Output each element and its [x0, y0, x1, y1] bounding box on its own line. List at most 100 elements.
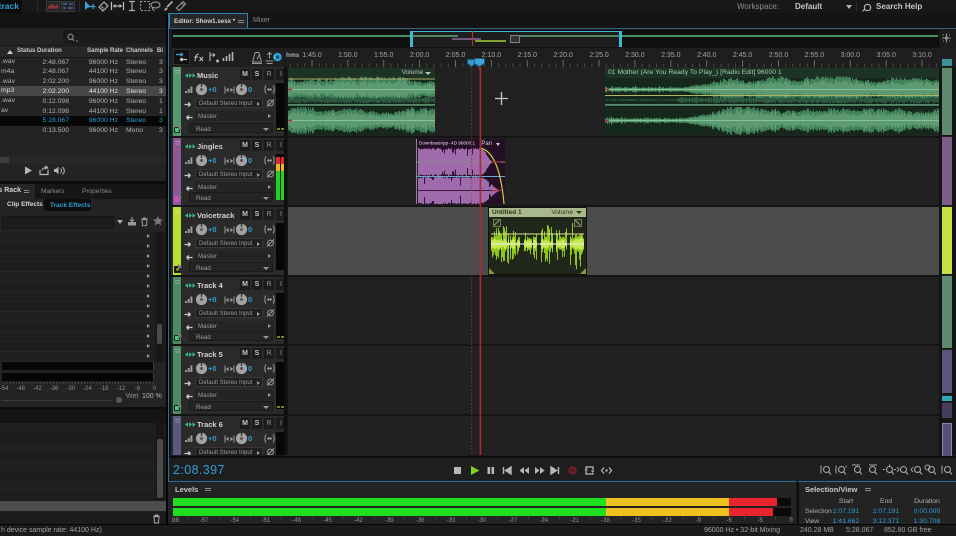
monitor-input-icon[interactable] — [272, 51, 283, 64]
track-lane[interactable] — [288, 416, 939, 455]
wet-mix-slider[interactable] — [2, 400, 112, 401]
knob-icon[interactable] — [195, 293, 208, 306]
track-input-field[interactable]: Default Stereo Input — [195, 98, 263, 108]
track-name[interactable]: Voicetrack — [197, 211, 234, 220]
file-row[interactable]: .wav2:48.06796000 HzStereo3 — [0, 57, 166, 67]
move-tool-icon[interactable] — [83, 0, 97, 12]
overview-view-handle-left[interactable] — [410, 32, 413, 47]
effect-slot[interactable] — [0, 302, 154, 312]
track-arm-button[interactable]: R — [264, 418, 274, 429]
track-output-field[interactable]: Master — [195, 321, 273, 331]
knob-icon[interactable] — [235, 432, 248, 445]
effect-slot[interactable] — [0, 272, 154, 282]
effect-slot[interactable] — [0, 292, 154, 302]
track-name[interactable]: Track 4 — [197, 281, 223, 290]
selection-end-value[interactable]: 2:07.191 — [864, 508, 908, 515]
files-hscrollbar-thumb[interactable] — [0, 157, 9, 163]
history-row[interactable] — [0, 452, 155, 462]
history-row[interactable] — [0, 490, 155, 500]
files-hscrollbar-track[interactable] — [0, 156, 166, 164]
clip-music1[interactable]: Volume — [288, 68, 435, 135]
play-button[interactable] — [468, 464, 481, 477]
track-solo-button[interactable]: S — [252, 348, 262, 359]
track-volume-value[interactable]: +0 — [208, 156, 217, 165]
loop-playback-button[interactable] — [583, 464, 596, 477]
clip-envelope-caret-icon[interactable] — [496, 143, 500, 146]
history-row[interactable] — [0, 461, 155, 471]
save-preset-icon[interactable] — [126, 216, 138, 227]
column-header-sample-rate[interactable]: Sample Rate — [87, 48, 123, 54]
track-name[interactable]: Track 6 — [197, 420, 223, 429]
files-play-button[interactable] — [23, 165, 33, 176]
fx-toggle-icon[interactable] — [192, 51, 205, 64]
favorite-icon[interactable] — [152, 215, 164, 227]
files-autoplay-button[interactable] — [52, 165, 65, 176]
knob-icon[interactable] — [195, 432, 208, 445]
track-scrollbar-colorbar[interactable] — [942, 58, 952, 458]
automation-expander-icon[interactable] — [178, 264, 182, 270]
selection-duration-value[interactable]: 0:00.000 — [905, 508, 949, 515]
zoom-reset-button[interactable] — [940, 464, 954, 477]
time-selection-tool-icon[interactable] — [127, 0, 137, 12]
track-name[interactable]: Track 5 — [197, 350, 223, 359]
history-row[interactable] — [0, 471, 155, 481]
effect-slot[interactable] — [0, 332, 154, 342]
record-button[interactable] — [566, 464, 579, 477]
zoom-out-full-button[interactable] — [924, 464, 938, 477]
track-name[interactable]: Music — [197, 71, 218, 80]
slots-scrollbar-thumb[interactable] — [157, 324, 162, 344]
clip-voice[interactable]: Untitled 1Volume — [489, 208, 586, 274]
file-row[interactable]: m4a2:48.06744100 HzStereo3 — [0, 67, 166, 77]
metronome-icon[interactable] — [251, 51, 263, 65]
clip-fade-handle[interactable] — [574, 219, 582, 227]
sort-ascending-icon[interactable] — [7, 50, 13, 54]
file-row[interactable]: mp32:02.20044100 HzStereo3 — [0, 86, 166, 96]
automation-expander-icon[interactable] — [178, 403, 182, 409]
column-header-bit-depth[interactable]: Bi — [157, 48, 163, 54]
track-output-field[interactable]: Master — [195, 182, 273, 192]
effect-slot[interactable] — [0, 232, 154, 242]
workspace-caret-icon[interactable] — [846, 5, 852, 9]
multitrack-view-icon[interactable] — [61, 1, 75, 12]
track-solo-button[interactable]: S — [252, 140, 262, 151]
vertical-zoom-icon[interactable] — [941, 32, 952, 44]
file-row[interactable]: av0:12.09844100 HzStereo1 — [0, 106, 166, 116]
tab-markers[interactable]: Markers — [41, 188, 64, 195]
spot-heal-tool-icon[interactable] — [174, 0, 187, 12]
history-selected-row[interactable] — [0, 501, 166, 511]
track-color-strip[interactable] — [173, 416, 181, 455]
metering-toggle-icon[interactable] — [221, 50, 234, 64]
clip-music2[interactable]: 01 Mother (Are You Ready To Play_) [Radi… — [605, 68, 939, 135]
zoom-in-right-button[interactable] — [865, 464, 879, 477]
track-monitor-button[interactable]: I — [276, 348, 286, 359]
knob-icon[interactable] — [195, 83, 208, 96]
prev-button[interactable] — [500, 464, 513, 477]
history-row[interactable] — [0, 433, 155, 443]
zoom-in-point-button[interactable] — [819, 464, 833, 477]
wet-knob-icon[interactable] — [115, 396, 123, 404]
preset-field[interactable] — [2, 216, 114, 229]
history-scrollbar-thumb[interactable] — [157, 439, 163, 498]
knob-icon[interactable] — [235, 83, 248, 96]
track-output-field[interactable]: Master — [195, 251, 273, 261]
file-row[interactable]: 0:13.50096000 HzMono3 — [0, 126, 166, 136]
track-arm-button[interactable]: R — [264, 279, 274, 290]
effect-slot[interactable] — [0, 342, 154, 352]
track-volume-value[interactable]: +0 — [208, 434, 217, 443]
track-input-field[interactable]: Default Stereo Input — [195, 447, 263, 455]
zoom-in-horizontal-button[interactable] — [896, 464, 910, 477]
automation-expander-icon[interactable] — [178, 333, 182, 339]
clip-effects-button[interactable]: Clip Effects — [7, 201, 43, 208]
knob-icon[interactable] — [235, 154, 248, 167]
pause-button[interactable] — [484, 464, 497, 477]
track-pan-value[interactable]: 0 — [248, 295, 252, 304]
track-lane[interactable] — [288, 207, 939, 275]
file-row[interactable]: .wav2:02.20096000 HzStereo3 — [0, 77, 166, 87]
track-solo-button[interactable]: S — [252, 209, 262, 220]
file-row[interactable]: 5:28.06796000 HzStereo3 — [0, 116, 166, 126]
waveform-view-icon[interactable] — [46, 1, 60, 12]
track-volume-value[interactable]: +0 — [208, 225, 217, 234]
knob-icon[interactable] — [235, 362, 248, 375]
track-mute-button[interactable]: M — [240, 69, 250, 80]
search-help-label[interactable]: Search Help — [876, 2, 922, 11]
